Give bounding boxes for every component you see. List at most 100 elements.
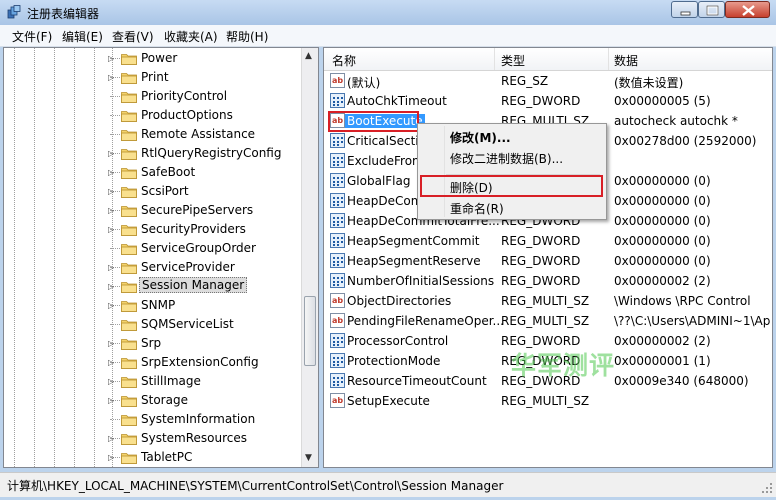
regedit-app-icon	[7, 5, 21, 19]
value-type: REG_DWORD	[501, 234, 581, 248]
resize-grip-icon[interactable]	[761, 482, 773, 494]
registry-value-row[interactable]: ab PendingFileRenameOper... REG_MULTI_SZ \?…	[324, 311, 772, 331]
tree-node[interactable]: ▷ SecurePipeServers	[4, 201, 300, 220]
menu-file[interactable]: 文件(F)	[12, 28, 52, 45]
registry-value-row[interactable]: HeapSegmentCommit REG_DWORD 0x00000000 (0)	[324, 231, 772, 251]
registry-value-row[interactable]: ab (默认) REG_SZ (数值未设置)	[324, 71, 772, 91]
expand-arrow-icon[interactable]: ▷	[108, 339, 114, 348]
tree-node[interactable]: Remote Assistance	[4, 125, 300, 144]
tree-node[interactable]: ▷ SecurityProviders	[4, 220, 300, 239]
expand-arrow-icon[interactable]: ▷	[108, 168, 114, 177]
column-header-data[interactable]: 数据	[614, 52, 638, 69]
column-header-name[interactable]: 名称	[332, 52, 356, 69]
scroll-thumb[interactable]	[304, 296, 316, 366]
expand-arrow-icon[interactable]: ▷	[108, 225, 114, 234]
expand-arrow-icon[interactable]: ▷	[108, 54, 114, 63]
tree-connector	[110, 134, 120, 135]
tree-node[interactable]: ▷ Print	[4, 68, 300, 87]
column-header-type[interactable]: 类型	[501, 52, 525, 69]
value-name: NumberOfInitialSessions	[347, 274, 495, 288]
folder-icon	[121, 166, 137, 179]
menu-help[interactable]: 帮助(H)	[226, 28, 268, 45]
menu-view[interactable]: 查看(V)	[112, 28, 154, 45]
value-data: (数值未设置)	[614, 76, 684, 90]
registry-value-row[interactable]: ab ObjectDirectories REG_MULTI_SZ \Windows …	[324, 291, 772, 311]
tree-node-label: TabletPC	[141, 450, 193, 464]
tree-node-label: ScsiPort	[141, 184, 189, 198]
tree-node[interactable]: ▷ RtlQueryRegistryConfig	[4, 144, 300, 163]
expand-arrow-icon[interactable]: ▷	[108, 263, 114, 272]
minimize-button[interactable]	[671, 1, 698, 18]
value-name: HeapSegmentCommit	[347, 234, 480, 248]
value-name: PendingFileRenameOper...	[347, 314, 504, 328]
folder-icon	[121, 90, 137, 103]
tree-node[interactable]: ▷ SrpExtensionConfig	[4, 353, 300, 372]
close-button[interactable]	[725, 1, 770, 18]
tree-node-label: RtlQueryRegistryConfig	[141, 146, 282, 160]
menu-edit[interactable]: 编辑(E)	[62, 28, 103, 45]
tree-pane[interactable]: ▷ Power ▷ Print PriorityControl ProductOption…	[3, 47, 319, 468]
tree-node[interactable]: ▷ SafeBoot	[4, 163, 300, 182]
value-data: autocheck autochk *	[614, 114, 738, 128]
tree-connector	[110, 419, 120, 420]
expand-arrow-icon[interactable]: ▷	[108, 206, 114, 215]
binary-value-icon	[330, 153, 345, 168]
tree-node[interactable]: ServiceGroupOrder	[4, 239, 300, 258]
tree-node[interactable]: ▷ SystemResources	[4, 429, 300, 448]
value-name: CriticalSectio	[347, 134, 426, 148]
tree-node[interactable]: ▷ Session Manager	[4, 277, 300, 296]
tree-node-label: SQMServiceList	[141, 317, 234, 331]
tree-node[interactable]: PriorityControl	[4, 87, 300, 106]
tree-vertical-scrollbar[interactable]: ▲ ▼	[301, 48, 318, 467]
registry-value-row[interactable]: ab SetupExecute REG_MULTI_SZ	[324, 391, 772, 411]
context-menu-modify[interactable]: 修改(M)...	[450, 129, 511, 146]
value-data: \Windows \RPC Control	[614, 294, 751, 308]
tree-node[interactable]: ▷ Power	[4, 49, 300, 68]
expand-arrow-icon[interactable]: ▷	[108, 187, 114, 196]
binary-value-icon	[330, 333, 345, 348]
maximize-button[interactable]	[698, 1, 725, 18]
tree-node[interactable]: ProductOptions	[4, 106, 300, 125]
expand-arrow-icon[interactable]: ▷	[108, 358, 114, 367]
value-data: 0x00000000 (0)	[614, 254, 711, 268]
folder-icon	[121, 204, 137, 217]
value-data: \??\C:\Users\ADMINI~1\Ap	[614, 314, 771, 328]
tree-node[interactable]: ▷ Storage	[4, 391, 300, 410]
tree-node[interactable]: ▷ StillImage	[4, 372, 300, 391]
value-data: 0x00000000 (0)	[614, 194, 711, 208]
expand-arrow-icon[interactable]: ▷	[108, 149, 114, 158]
expand-arrow-icon[interactable]: ▷	[108, 453, 114, 462]
binary-value-icon	[330, 213, 345, 228]
expand-arrow-icon[interactable]: ▷	[108, 301, 114, 310]
annotation-highlight-delete	[420, 175, 603, 197]
tree-node[interactable]: SQMServiceList	[4, 315, 300, 334]
tree-node[interactable]: SystemInformation	[4, 410, 300, 429]
menu-gutter	[444, 126, 445, 217]
tree-node[interactable]: ▷ Srp	[4, 334, 300, 353]
expand-arrow-icon[interactable]: ▷	[108, 434, 114, 443]
context-menu-rename[interactable]: 重命名(R)	[450, 200, 504, 217]
value-name: ProtectionMode	[347, 354, 441, 368]
expand-arrow-icon[interactable]: ▷	[108, 377, 114, 386]
registry-value-row[interactable]: AutoChkTimeout REG_DWORD 0x00000005 (5)	[324, 91, 772, 111]
tree-node[interactable]: ▷ SNMP	[4, 296, 300, 315]
registry-value-row[interactable]: HeapSegmentReserve REG_DWORD 0x00000000 (0…	[324, 251, 772, 271]
expand-arrow-icon[interactable]: ▷	[108, 282, 114, 291]
scroll-up-icon[interactable]: ▲	[305, 51, 312, 61]
expand-arrow-icon[interactable]: ▷	[108, 396, 114, 405]
folder-icon	[121, 451, 137, 464]
tree-node[interactable]: ▷ TabletPC	[4, 448, 300, 467]
menu-bar: 文件(F) 编辑(E) 查看(V) 收藏夹(A) 帮助(H)	[0, 25, 776, 47]
expand-arrow-icon[interactable]: ▷	[108, 73, 114, 82]
tree-node[interactable]: ▷ ServiceProvider	[4, 258, 300, 277]
tree-node-label: StillImage	[141, 374, 201, 388]
context-menu-modify-binary[interactable]: 修改二进制数据(B)...	[450, 150, 563, 167]
column-divider[interactable]	[608, 48, 609, 70]
column-divider[interactable]	[494, 48, 495, 70]
scroll-down-icon[interactable]: ▼	[305, 453, 312, 463]
menu-favorites[interactable]: 收藏夹(A)	[164, 28, 218, 45]
tree-node[interactable]: ▷ ScsiPort	[4, 182, 300, 201]
registry-value-row[interactable]: NumberOfInitialSessions REG_DWORD 0x000000…	[324, 271, 772, 291]
value-type: REG_MULTI_SZ	[501, 394, 590, 408]
folder-icon	[121, 337, 137, 350]
